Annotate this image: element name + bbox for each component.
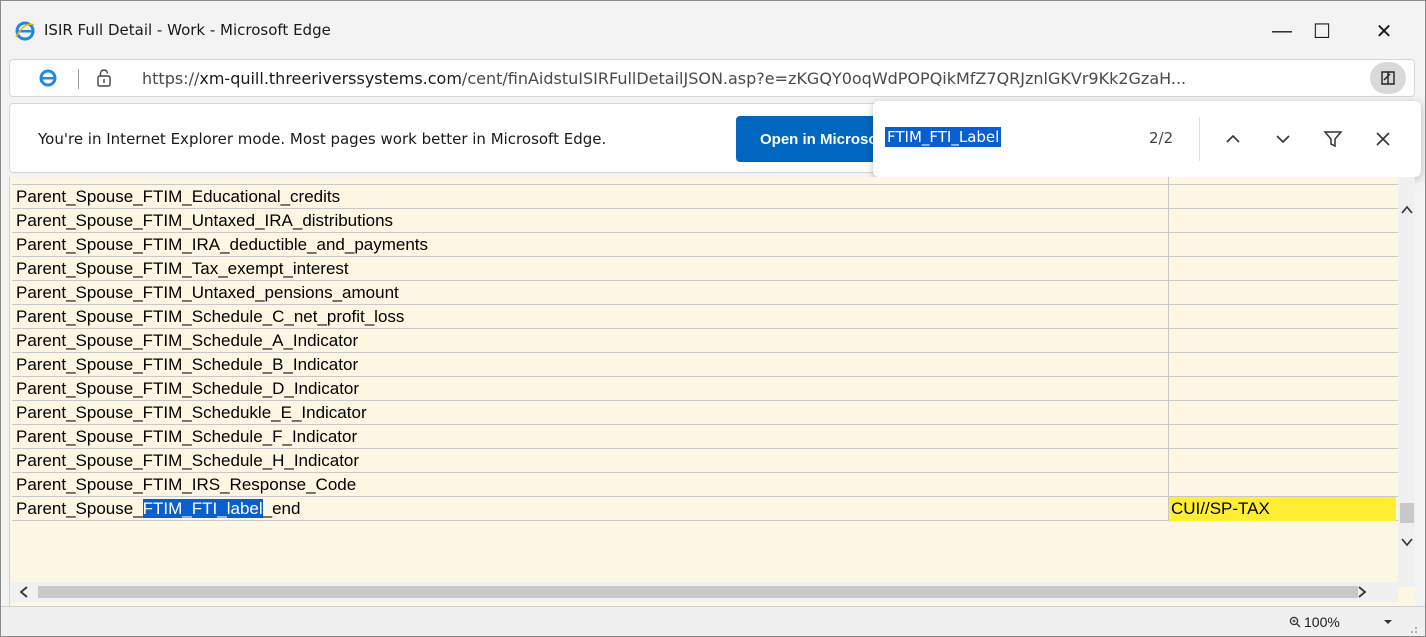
resize-grip-icon[interactable] xyxy=(1405,621,1419,635)
url-prefix: https:// xyxy=(142,69,200,88)
previous-match-button[interactable] xyxy=(1219,125,1247,153)
table-row: Parent_Spouse_FTIM_Untaxed_pensions_amou… xyxy=(12,281,1398,305)
find-input[interactable]: FTIM_FTI_Label xyxy=(885,127,1002,147)
value-cell xyxy=(1168,377,1396,401)
value-cell xyxy=(1168,449,1396,473)
value-cell xyxy=(1168,233,1396,257)
chevron-up-icon xyxy=(1226,134,1240,143)
field-label: Parent_Spouse_FTIM_Schedule_C_net_profit… xyxy=(16,307,405,326)
scroll-down-button[interactable] xyxy=(1398,533,1415,551)
reader-icon xyxy=(1381,71,1395,85)
field-label: Parent_Spouse_FTIM_IRS_Response_Code xyxy=(16,475,357,494)
browser-window: ISIR Full Detail - Work - Microsoft Edge… xyxy=(0,0,1426,637)
url-path: /cent/finAidstuISIRFullDetailJSON.asp?e=… xyxy=(461,69,1187,88)
horizontal-scroll-thumb[interactable] xyxy=(38,586,1358,598)
table-row: Parent_Spouse_FTIM_Schedule_H_Indicator xyxy=(12,449,1398,473)
table-row: Parent_Spouse_FTIM_Tax_exempt_interest xyxy=(12,257,1398,281)
value-cell xyxy=(1168,329,1396,353)
table-row: Parent_Spouse_FTIM_Educational_credits xyxy=(12,185,1398,209)
url-text[interactable]: https://xm-quill.threeriverssystems.com/… xyxy=(142,69,1186,88)
vertical-scrollbar[interactable] xyxy=(1398,177,1415,587)
value-cell xyxy=(1168,281,1396,305)
vertical-scroll-thumb[interactable] xyxy=(1400,503,1414,523)
address-separator xyxy=(78,69,79,89)
value-cell xyxy=(1168,425,1396,449)
value-cell xyxy=(1168,473,1396,497)
close-find-button[interactable] xyxy=(1369,125,1397,153)
immersive-reader-button[interactable] xyxy=(1370,62,1406,94)
chevron-down-icon xyxy=(1276,135,1290,144)
field-label: Parent_Spouse_FTIM_Schedule_F_Indicator xyxy=(16,427,358,446)
chevron-up-icon xyxy=(1401,205,1413,214)
field-label: Parent_Spouse_FTIM_Tax_exempt_interest xyxy=(16,259,349,278)
maximize-button[interactable]: ☐ xyxy=(1299,9,1345,53)
table-row: Parent_Spouse_FTIM_Schedule_C_net_profit… xyxy=(12,305,1398,329)
value-cell xyxy=(1168,185,1396,209)
field-label: Parent_Spouse_FTIM_IRA_deductible_and_pa… xyxy=(16,235,429,254)
field-label: Parent_Spouse_FTIM_Untaxed_pensions_amou… xyxy=(16,283,399,302)
table-row: Parent_Spouse_FTIM_IRA_deductible_and_pa… xyxy=(12,233,1398,257)
filter-icon xyxy=(1323,131,1343,148)
url-domain: xm-quill.threeriverssystems.com xyxy=(199,69,462,88)
value-cell xyxy=(1168,257,1396,281)
status-bar: 100% xyxy=(1,606,1425,636)
find-match-count: 2/2 xyxy=(1149,129,1174,147)
zoom-level[interactable]: 100% xyxy=(1289,614,1340,630)
table-row: Parent_Spouse_FTIM_IRS_Response_Code xyxy=(12,473,1398,497)
zoom-icon xyxy=(1289,616,1301,628)
chevron-right-icon xyxy=(1358,586,1367,598)
find-match-highlight: FTIM_FTI_label xyxy=(142,499,263,518)
scroll-right-button[interactable] xyxy=(1352,583,1372,601)
close-icon xyxy=(1376,132,1390,146)
ie-logo-icon xyxy=(15,21,35,41)
field-label: Parent_Spouse_FTIM_Schedule_H_Indicator xyxy=(16,451,360,470)
table-row: Parent_Spouse_FTIM_Schedule_F_Indicator xyxy=(12,425,1398,449)
chevron-down-icon xyxy=(1401,538,1413,547)
field-label: Parent_Spouse_FTIM_Schedule_A_Indicator xyxy=(16,331,359,350)
value-cell xyxy=(1168,305,1396,329)
field-label: Parent_Spouse_FTIM_Schedule_B_Indicator xyxy=(16,355,359,374)
field-label: Parent_Spouse_FTIM_Schedule_D_Indicator xyxy=(16,379,360,398)
chevron-left-icon xyxy=(19,586,28,598)
next-match-button[interactable] xyxy=(1269,125,1297,153)
scroll-left-button[interactable] xyxy=(14,583,34,601)
caret-down-icon xyxy=(1384,620,1392,624)
table-row: Parent_Spouse_FTIM_Schedule_D_Indicator xyxy=(12,377,1398,401)
ie-mode-icon[interactable] xyxy=(38,68,58,88)
value-cell xyxy=(1168,177,1396,185)
horizontal-scrollbar[interactable] xyxy=(10,582,1398,602)
scroll-up-button[interactable] xyxy=(1398,201,1415,219)
ie-mode-message: You're in Internet Explorer mode. Most p… xyxy=(38,130,607,148)
value-cell xyxy=(1168,401,1396,425)
find-bar: FTIM_FTI_Label 2/2 xyxy=(873,101,1421,177)
label-prefix: Parent_Spouse_ xyxy=(16,499,143,518)
value-cell xyxy=(1168,209,1396,233)
table-row xyxy=(12,177,1398,185)
classification-value-cell: CUI//SP-TAX xyxy=(1168,497,1396,521)
site-info-icon[interactable] xyxy=(94,68,114,88)
window-title: ISIR Full Detail - Work - Microsoft Edge xyxy=(44,21,331,39)
title-bar: ISIR Full Detail - Work - Microsoft Edge… xyxy=(1,1,1425,59)
find-filter-button[interactable] xyxy=(1319,125,1347,153)
zoom-value: 100% xyxy=(1304,614,1340,630)
table-row: Parent_Spouse_FTIM_Schedule_B_Indicator xyxy=(12,353,1398,377)
address-bar[interactable]: https://xm-quill.threeriverssystems.com/… xyxy=(9,59,1415,97)
zoom-dropdown-button[interactable] xyxy=(1381,615,1395,629)
page-content[interactable]: Parent_Spouse_FTIM_Educational_credits P… xyxy=(9,177,1415,607)
value-cell xyxy=(1168,353,1396,377)
close-window-button[interactable]: ✕ xyxy=(1361,9,1407,53)
table-row: Parent_Spouse_FTIM_FTI_label_end CUI//SP… xyxy=(12,497,1398,521)
table-row: Parent_Spouse_FTIM_Untaxed_IRA_distribut… xyxy=(12,209,1398,233)
field-label: Parent_Spouse_FTIM_FTI_label_end xyxy=(16,499,300,519)
field-label: Parent_Spouse_FTIM_Untaxed_IRA_distribut… xyxy=(16,211,394,230)
find-separator xyxy=(1199,117,1200,161)
table-row: Parent_Spouse_FTIM_Schedukle_E_Indicator xyxy=(12,401,1398,425)
field-label: Parent_Spouse_FTIM_Schedukle_E_Indicator xyxy=(16,403,367,422)
field-label: Parent_Spouse_FTIM_Educational_credits xyxy=(16,187,341,206)
table-row: Parent_Spouse_FTIM_Schedule_A_Indicator xyxy=(12,329,1398,353)
label-suffix: _end xyxy=(262,499,301,518)
